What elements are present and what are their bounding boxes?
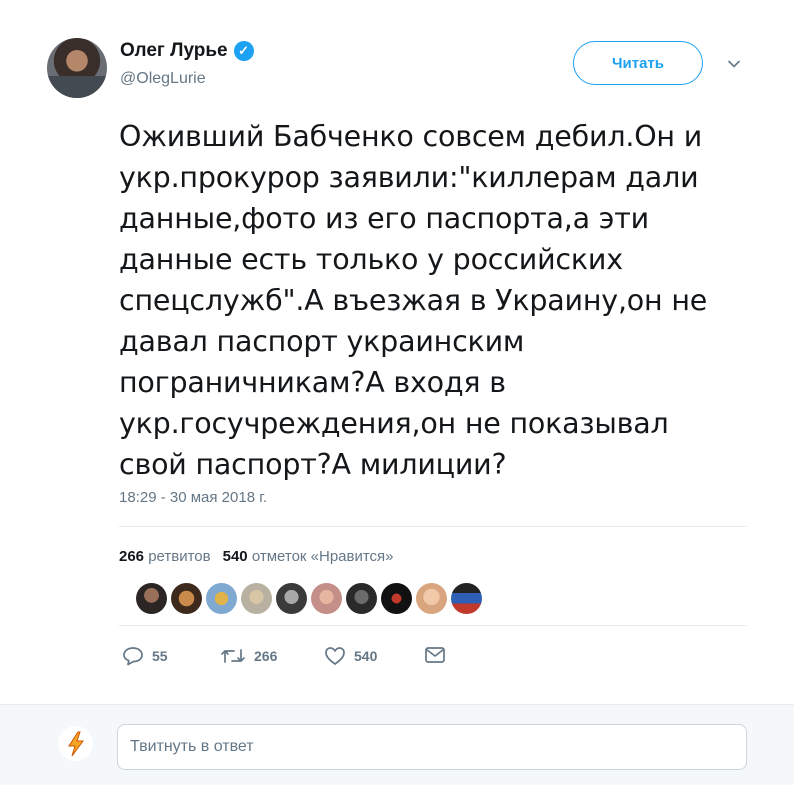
likes-stat[interactable]: 540 отметок «Нравится» [223,548,394,565]
author-name-row[interactable]: Олег Лурье ✓ [120,40,254,62]
tweet-line: данные есть только у российских [119,243,623,276]
liker-avatar[interactable] [451,583,482,614]
liker-avatar[interactable] [136,583,167,614]
lightning-icon [61,729,90,758]
likes-count: 540 [222,548,248,565]
tweet-stats: 266 ретвитов 540 отметок «Нравится» [119,548,394,565]
likers-list [136,583,482,614]
likes-label: отметок «Нравится» [251,548,394,565]
divider [119,625,747,626]
current-user-avatar [58,726,93,761]
liker-avatar[interactable] [171,583,202,614]
reply-count: 55 [152,648,168,664]
retweet-icon [220,646,246,666]
heart-icon [324,646,346,666]
reply-action[interactable]: 55 [122,646,168,666]
liker-avatar[interactable] [241,583,272,614]
tweet-line: укр.прокурор заявили:"киллерам дали [119,161,699,194]
liker-avatar[interactable] [311,583,342,614]
tweet-line: данные,фото из его паспорта,а эти [119,202,649,235]
liker-avatar[interactable] [381,583,412,614]
liker-avatar[interactable] [276,583,307,614]
verified-badge-icon: ✓ [233,41,254,61]
author-handle[interactable]: @OlegLurie [120,70,206,88]
divider [119,526,747,527]
author-avatar[interactable] [47,38,107,98]
tweet-line: пограничникам?А входя в [119,366,506,399]
retweet-action[interactable]: 266 [220,646,277,666]
liker-avatar[interactable] [416,583,447,614]
liker-avatar[interactable] [206,583,237,614]
like-action[interactable]: 540 [324,646,377,666]
reply-input[interactable] [117,724,747,770]
direct-message-action[interactable] [424,646,446,664]
envelope-icon [424,646,446,664]
retweets-stat[interactable]: 266 ретвитов [119,548,211,565]
tweet-text: Оживший Бабченко совсем дебил.Он и укр.п… [119,116,769,485]
reply-icon [122,646,144,666]
tweet-line: спецслужб".А въезжая в Украину,он не [119,284,708,317]
tweet-line: укр.госучреждения,он не показывал [119,407,669,440]
author-name[interactable]: Олег Лурье [120,40,228,62]
tweet-line: Оживший Бабченко совсем дебил.Он и [119,120,703,153]
retweet-count: 266 [254,648,278,664]
retweets-label: ретвитов [148,548,211,565]
tweet-line: свой паспорт?А милиции? [119,448,507,481]
like-count: 540 [354,648,378,664]
tweet-timestamp[interactable]: 18:29 - 30 мая 2018 г. [119,489,267,506]
retweets-count: 266 [119,548,145,565]
chevron-down-icon[interactable] [727,57,741,71]
tweet-line: давал паспорт украинским [119,325,525,358]
follow-button[interactable]: Читать [573,41,703,85]
liker-avatar[interactable] [346,583,377,614]
